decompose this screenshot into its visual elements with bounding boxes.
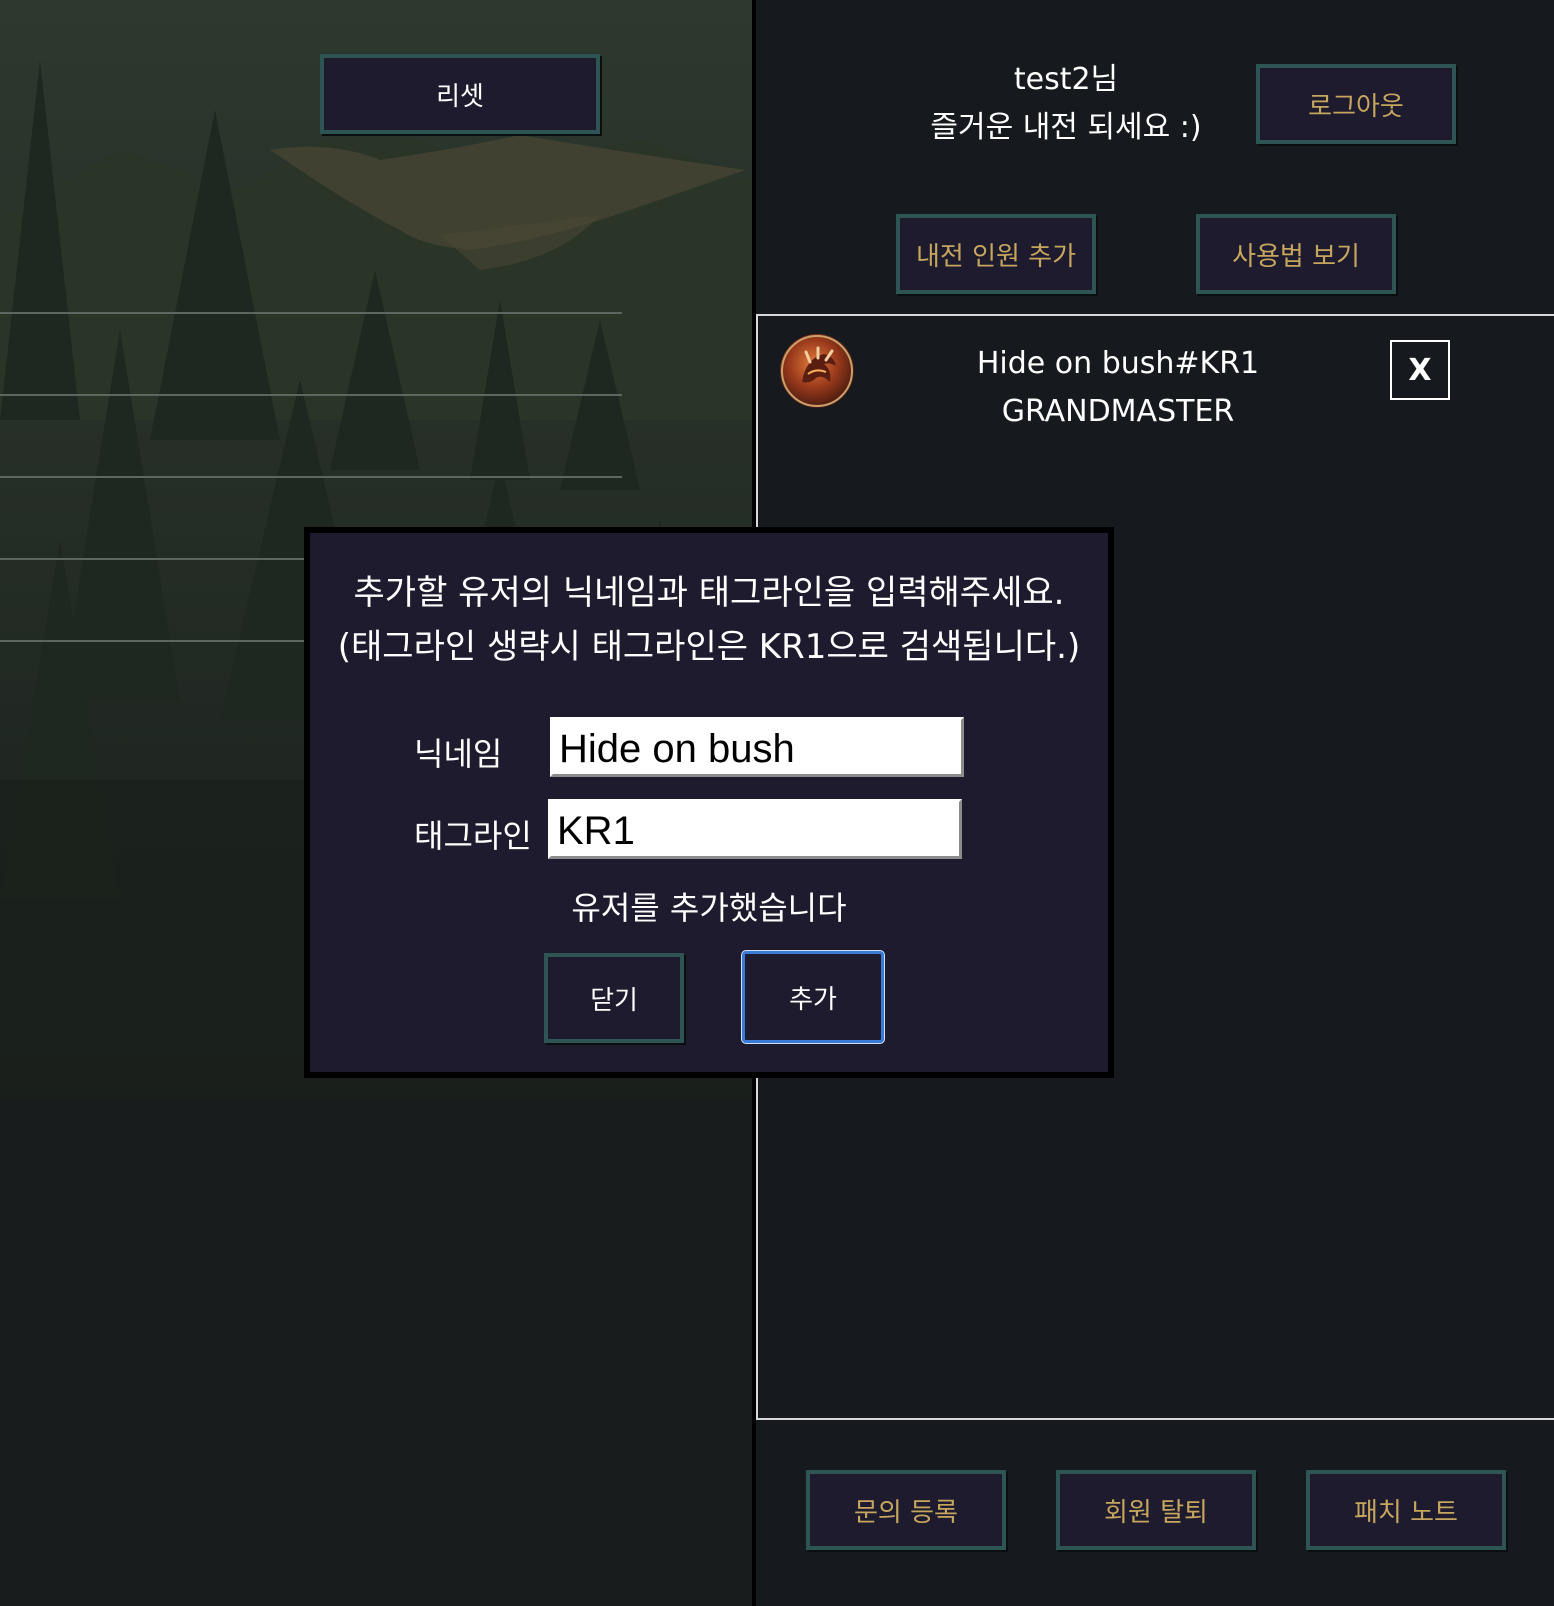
- welcome-message: test2님 즐거운 내전 되세요 :): [866, 56, 1266, 152]
- remove-player-button[interactable]: X: [1390, 340, 1450, 400]
- withdraw-button[interactable]: 회원 탈퇴: [1056, 1470, 1256, 1550]
- help-button[interactable]: 사용법 보기: [1196, 214, 1396, 294]
- welcome-greeting: 즐거운 내전 되세요 :): [930, 110, 1202, 145]
- player-name: Hide on bush#KR1: [976, 346, 1260, 381]
- team-slot-divider: [0, 394, 622, 396]
- status-message: 유저를 추가했습니다: [571, 889, 847, 927]
- team-slot-divider: [0, 312, 622, 314]
- close-button[interactable]: 닫기: [544, 953, 684, 1043]
- team-slot-divider: [0, 476, 622, 478]
- dragon-claw-profile-icon: [780, 334, 854, 408]
- dialog-instruction: 추가할 유저의 닉네임과 태그라인을 입력해주세요.: [353, 573, 1065, 613]
- dialog-instruction-note: (태그라인 생략시 태그라인은 KR1으로 검색됩니다.): [337, 627, 1081, 667]
- player-card: Hide on bush#KR1 GRANDMASTER X: [758, 316, 1554, 429]
- add-members-button[interactable]: 내전 인원 추가: [896, 214, 1096, 294]
- player-tier: GRANDMASTER: [1001, 394, 1235, 429]
- reset-button[interactable]: 리셋: [320, 54, 600, 134]
- tagline-input[interactable]: [548, 799, 962, 859]
- add-button[interactable]: 추가: [742, 951, 884, 1043]
- welcome-username: test2님: [1013, 62, 1119, 97]
- tagline-label: 태그라인: [414, 817, 532, 855]
- nickname-input[interactable]: [550, 717, 964, 777]
- logout-button[interactable]: 로그아웃: [1256, 64, 1456, 144]
- patch-notes-button[interactable]: 패치 노트: [1306, 1470, 1506, 1550]
- inquiry-button[interactable]: 문의 등록: [806, 1470, 1006, 1550]
- add-user-dialog: 추가할 유저의 닉네임과 태그라인을 입력해주세요. (태그라인 생략시 태그라…: [304, 527, 1114, 1078]
- nickname-label: 닉네임: [414, 735, 503, 773]
